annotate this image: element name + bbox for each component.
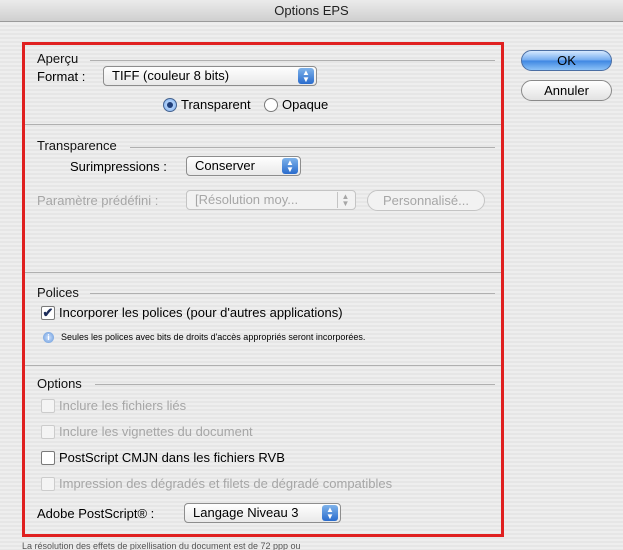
highlight-frame — [22, 42, 504, 537]
ok-button[interactable]: OK — [521, 50, 612, 71]
cancel-button[interactable]: Annuler — [521, 80, 612, 101]
footer-note: La résolution des effets de pixellisatio… — [22, 541, 301, 550]
window-title: Options EPS — [0, 0, 623, 22]
